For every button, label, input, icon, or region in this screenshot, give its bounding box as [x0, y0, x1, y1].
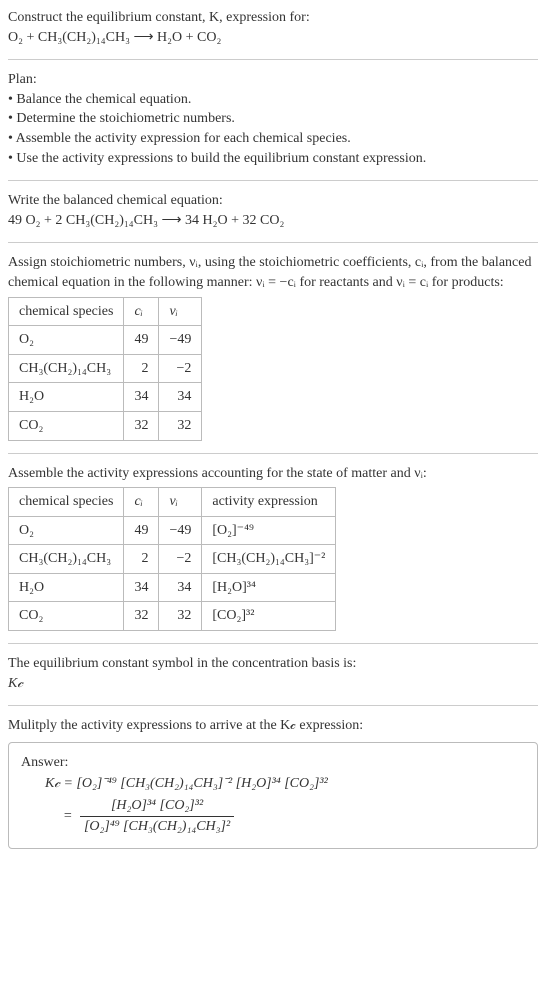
- answer-line2: = [H₂O]³⁴ [CO₂]³² [O₂]⁴⁹ [CH₃(CH₂)₁₄CH₃]…: [45, 796, 525, 836]
- cell-activity: [CO₂]³²: [202, 602, 336, 631]
- table-header-row: chemical species cᵢ νᵢ activity expressi…: [9, 488, 336, 517]
- cell-ci: 2: [124, 545, 159, 574]
- plan-bullet-1: • Balance the chemical equation.: [8, 90, 538, 110]
- cell-species: CH₃(CH₂)₁₄CH₃: [9, 545, 124, 574]
- stoich-table: chemical species cᵢ νᵢ O₂ 49 −49 CH₃(CH₂…: [8, 297, 202, 441]
- header-block: Construct the equilibrium constant, K, e…: [8, 8, 538, 47]
- kc-symbol-line1: The equilibrium constant symbol in the c…: [8, 654, 538, 674]
- activity-intro: Assemble the activity expressions accoun…: [8, 464, 538, 484]
- kc-symbol-line2: K𝒸: [8, 674, 538, 694]
- divider: [8, 643, 538, 644]
- table-header-row: chemical species cᵢ νᵢ: [9, 297, 202, 326]
- answer-box: Answer: K𝒸 = [O₂]⁻⁴⁹ [CH₃(CH₂)₁₄CH₃]⁻² […: [8, 742, 538, 849]
- cell-vi: 32: [159, 411, 202, 440]
- col-activity: activity expression: [202, 488, 336, 517]
- cell-species: H₂O: [9, 383, 124, 412]
- title-line: Construct the equilibrium constant, K, e…: [8, 8, 538, 28]
- cell-vi: 34: [159, 383, 202, 412]
- divider: [8, 59, 538, 60]
- table-row: CH₃(CH₂)₁₄CH₃ 2 −2: [9, 354, 202, 383]
- multiply-line: Mulitply the activity expressions to arr…: [8, 716, 538, 736]
- activity-table: chemical species cᵢ νᵢ activity expressi…: [8, 487, 336, 631]
- title-text: Construct the equilibrium constant, K, e…: [8, 10, 310, 25]
- cell-vi: −49: [159, 516, 202, 545]
- cell-ci: 34: [124, 573, 159, 602]
- cell-vi: −49: [159, 326, 202, 355]
- balanced-block: Write the balanced chemical equation: 49…: [8, 191, 538, 230]
- table-row: H₂O 34 34 [H₂O]³⁴: [9, 573, 336, 602]
- cell-activity: [O₂]⁻⁴⁹: [202, 516, 336, 545]
- cell-activity: [CH₃(CH₂)₁₄CH₃]⁻²: [202, 545, 336, 574]
- cell-species: O₂: [9, 516, 124, 545]
- plan-block: Plan: • Balance the chemical equation. •…: [8, 70, 538, 168]
- balanced-heading: Write the balanced chemical equation:: [8, 191, 538, 211]
- fraction: [H₂O]³⁴ [CO₂]³² [O₂]⁴⁹ [CH₃(CH₂)₁₄CH₃]²: [80, 796, 234, 836]
- multiply-block: Mulitply the activity expressions to arr…: [8, 716, 538, 849]
- table-row: CO₂ 32 32 [CO₂]³²: [9, 602, 336, 631]
- cell-ci: 2: [124, 354, 159, 383]
- col-vi: νᵢ: [159, 488, 202, 517]
- stoich-block: Assign stoichiometric numbers, νᵢ, using…: [8, 253, 538, 440]
- fraction-numerator: [H₂O]³⁴ [CO₂]³²: [80, 796, 234, 817]
- answer-line1: K𝒸 = [O₂]⁻⁴⁹ [CH₃(CH₂)₁₄CH₃]⁻² [H₂O]³⁴ […: [45, 774, 525, 794]
- activity-block: Assemble the activity expressions accoun…: [8, 464, 538, 632]
- cell-vi: 34: [159, 573, 202, 602]
- cell-species: CO₂: [9, 411, 124, 440]
- divider: [8, 180, 538, 181]
- divider: [8, 705, 538, 706]
- cell-ci: 32: [124, 411, 159, 440]
- eq-prefix: =: [63, 808, 76, 823]
- table-row: O₂ 49 −49 [O₂]⁻⁴⁹: [9, 516, 336, 545]
- cell-species: CH₃(CH₂)₁₄CH₃: [9, 354, 124, 383]
- unbalanced-equation: O₂ + CH₃(CH₂)₁₄CH₃ ⟶ H₂O + CO₂: [8, 28, 538, 48]
- plan-bullet-3: • Assemble the activity expression for e…: [8, 129, 538, 149]
- cell-vi: −2: [159, 354, 202, 383]
- answer-heading: Answer:: [21, 753, 525, 773]
- cell-ci: 32: [124, 602, 159, 631]
- cell-ci: 34: [124, 383, 159, 412]
- table-row: CO₂ 32 32: [9, 411, 202, 440]
- table-row: H₂O 34 34: [9, 383, 202, 412]
- divider: [8, 242, 538, 243]
- balanced-equation: 49 O₂ + 2 CH₃(CH₂)₁₄CH₃ ⟶ 34 H₂O + 32 CO…: [8, 211, 538, 231]
- col-species: chemical species: [9, 488, 124, 517]
- cell-species: O₂: [9, 326, 124, 355]
- plan-heading: Plan:: [8, 70, 538, 90]
- cell-species: H₂O: [9, 573, 124, 602]
- cell-activity: [H₂O]³⁴: [202, 573, 336, 602]
- kc-symbol-block: The equilibrium constant symbol in the c…: [8, 654, 538, 693]
- col-ci: cᵢ: [124, 297, 159, 326]
- table-row: O₂ 49 −49: [9, 326, 202, 355]
- cell-ci: 49: [124, 326, 159, 355]
- table-row: CH₃(CH₂)₁₄CH₃ 2 −2 [CH₃(CH₂)₁₄CH₃]⁻²: [9, 545, 336, 574]
- cell-vi: −2: [159, 545, 202, 574]
- col-ci: cᵢ: [124, 488, 159, 517]
- cell-ci: 49: [124, 516, 159, 545]
- col-vi: νᵢ: [159, 297, 202, 326]
- stoich-intro: Assign stoichiometric numbers, νᵢ, using…: [8, 253, 538, 292]
- fraction-denominator: [O₂]⁴⁹ [CH₃(CH₂)₁₄CH₃]²: [80, 817, 234, 837]
- divider: [8, 453, 538, 454]
- cell-species: CO₂: [9, 602, 124, 631]
- cell-vi: 32: [159, 602, 202, 631]
- plan-bullet-2: • Determine the stoichiometric numbers.: [8, 109, 538, 129]
- col-species: chemical species: [9, 297, 124, 326]
- plan-bullet-4: • Use the activity expressions to build …: [8, 149, 538, 169]
